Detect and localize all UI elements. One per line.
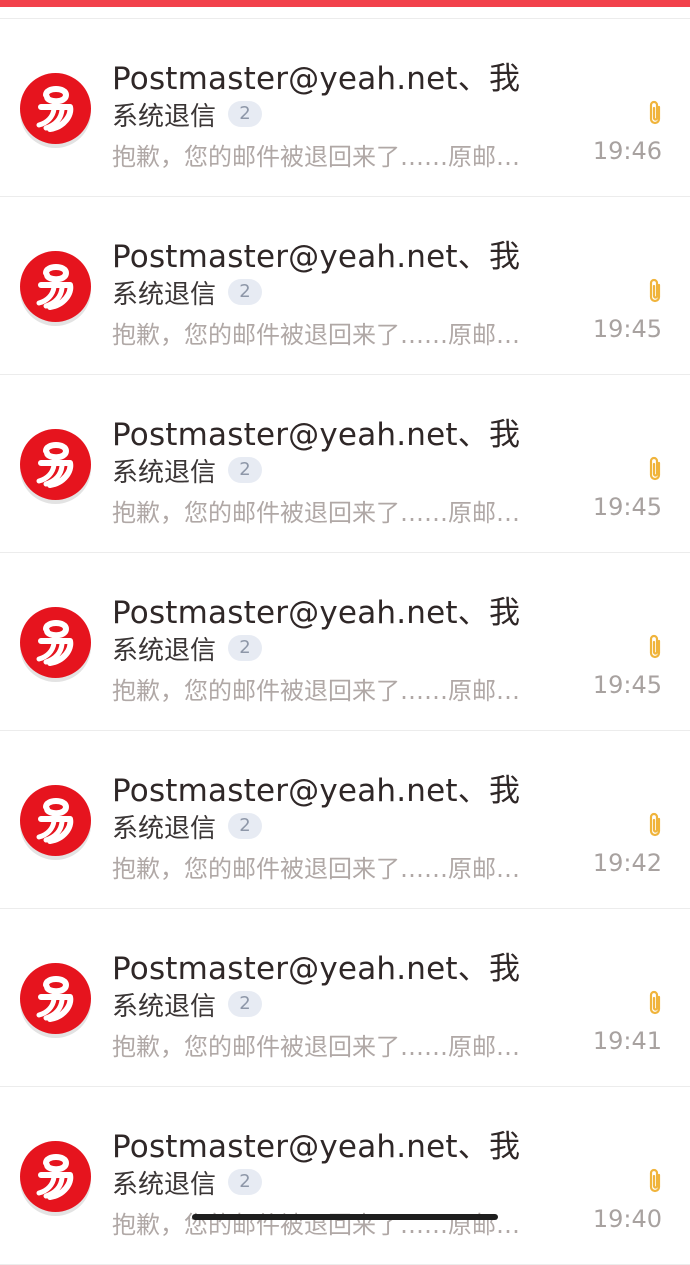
netease-yi-logo-icon (20, 73, 91, 144)
home-indicator[interactable] (192, 1214, 498, 1220)
mail-subject: 系统退信 (112, 457, 217, 488)
mail-preview: 抱歉，您的邮件被退回来了……原邮… (112, 321, 520, 349)
sender-name: Postmaster@yeah.net、我 (112, 1129, 521, 1165)
sender-name: Postmaster@yeah.net、我 (112, 239, 521, 275)
sender-name: Postmaster@yeah.net、我 (112, 773, 521, 809)
subject-line: 系统退信 2 (112, 97, 263, 132)
thread-count-badge: 2 (228, 279, 263, 305)
thread-count-badge: 2 (228, 635, 263, 661)
netease-yi-logo-icon (20, 963, 91, 1034)
subject-line: 系统退信 2 (112, 453, 263, 488)
mail-list-item[interactable]: Postmaster@yeah.net、我 系统退信 2 抱歉，您的邮件被退回来… (0, 909, 690, 1087)
sender-name: Postmaster@yeah.net、我 (112, 595, 521, 631)
mail-preview: 抱歉，您的邮件被退回来了……原邮… (112, 855, 520, 883)
mail-list-item[interactable]: Postmaster@yeah.net、我 系统退信 2 抱歉，您的邮件被退回来… (0, 731, 690, 909)
thread-count-badge: 2 (228, 813, 263, 839)
netease-yi-logo-icon (20, 251, 91, 322)
paperclip-icon (649, 634, 661, 659)
mail-time: 19:46 (592, 137, 662, 165)
netease-yi-logo-icon (20, 607, 91, 678)
subject-line: 系统退信 2 (112, 275, 263, 310)
subject-line: 系统退信 2 (112, 987, 263, 1022)
subject-line: 系统退信 2 (112, 1165, 263, 1200)
thread-count-badge: 2 (228, 991, 263, 1017)
mail-subject: 系统退信 (112, 635, 217, 666)
mail-preview: 抱歉，您的邮件被退回来了……原邮… (112, 499, 520, 527)
mail-preview: 抱歉，您的邮件被退回来了……原邮… (112, 1211, 520, 1239)
mail-time: 19:42 (592, 849, 662, 877)
netease-yi-logo-icon (20, 429, 91, 500)
mail-list-item[interactable]: Postmaster@yeah.net、我 系统退信 2 抱歉，您的邮件被退回来… (0, 19, 690, 197)
mail-list-item[interactable]: Postmaster@yeah.net、我 系统退信 2 抱歉，您的邮件被退回来… (0, 375, 690, 553)
paperclip-icon (649, 1168, 661, 1193)
mail-subject: 系统退信 (112, 101, 217, 132)
paperclip-icon (649, 278, 661, 303)
top-accent-bar (0, 0, 690, 7)
paperclip-icon (649, 456, 661, 481)
subject-line: 系统退信 2 (112, 631, 263, 666)
thread-count-badge: 2 (228, 1169, 263, 1195)
thread-count-badge: 2 (228, 101, 263, 127)
mail-time: 19:45 (592, 493, 662, 521)
mail-time: 19:45 (592, 315, 662, 343)
paperclip-icon (649, 990, 661, 1015)
paperclip-icon (649, 100, 661, 125)
netease-yi-logo-icon (20, 1141, 91, 1212)
mail-preview: 抱歉，您的邮件被退回来了……原邮… (112, 1033, 520, 1061)
mail-preview: 抱歉，您的邮件被退回来了……原邮… (112, 677, 520, 705)
mail-list-item[interactable]: Postmaster@yeah.net、我 系统退信 2 抱歉，您的邮件被退回来… (0, 1087, 690, 1265)
paperclip-icon (649, 812, 661, 837)
thread-count-badge: 2 (228, 457, 263, 483)
mail-time: 19:45 (592, 671, 662, 699)
mail-subject: 系统退信 (112, 1169, 217, 1200)
sender-name: Postmaster@yeah.net、我 (112, 61, 521, 97)
mail-list-item[interactable]: Postmaster@yeah.net、我 系统退信 2 抱歉，您的邮件被退回来… (0, 553, 690, 731)
mail-subject: 系统退信 (112, 279, 217, 310)
sender-name: Postmaster@yeah.net、我 (112, 417, 521, 453)
mail-list-item[interactable]: Postmaster@yeah.net、我 系统退信 2 抱歉，您的邮件被退回来… (0, 197, 690, 375)
mail-list: Postmaster@yeah.net、我 系统退信 2 抱歉，您的邮件被退回来… (0, 18, 690, 1265)
mail-subject: 系统退信 (112, 813, 217, 844)
netease-yi-logo-icon (20, 785, 91, 856)
mail-time: 19:40 (592, 1205, 662, 1233)
mail-time: 19:41 (592, 1027, 662, 1055)
mail-preview: 抱歉，您的邮件被退回来了……原邮… (112, 143, 520, 171)
mail-subject: 系统退信 (112, 991, 217, 1022)
subject-line: 系统退信 2 (112, 809, 263, 844)
sender-name: Postmaster@yeah.net、我 (112, 951, 521, 987)
